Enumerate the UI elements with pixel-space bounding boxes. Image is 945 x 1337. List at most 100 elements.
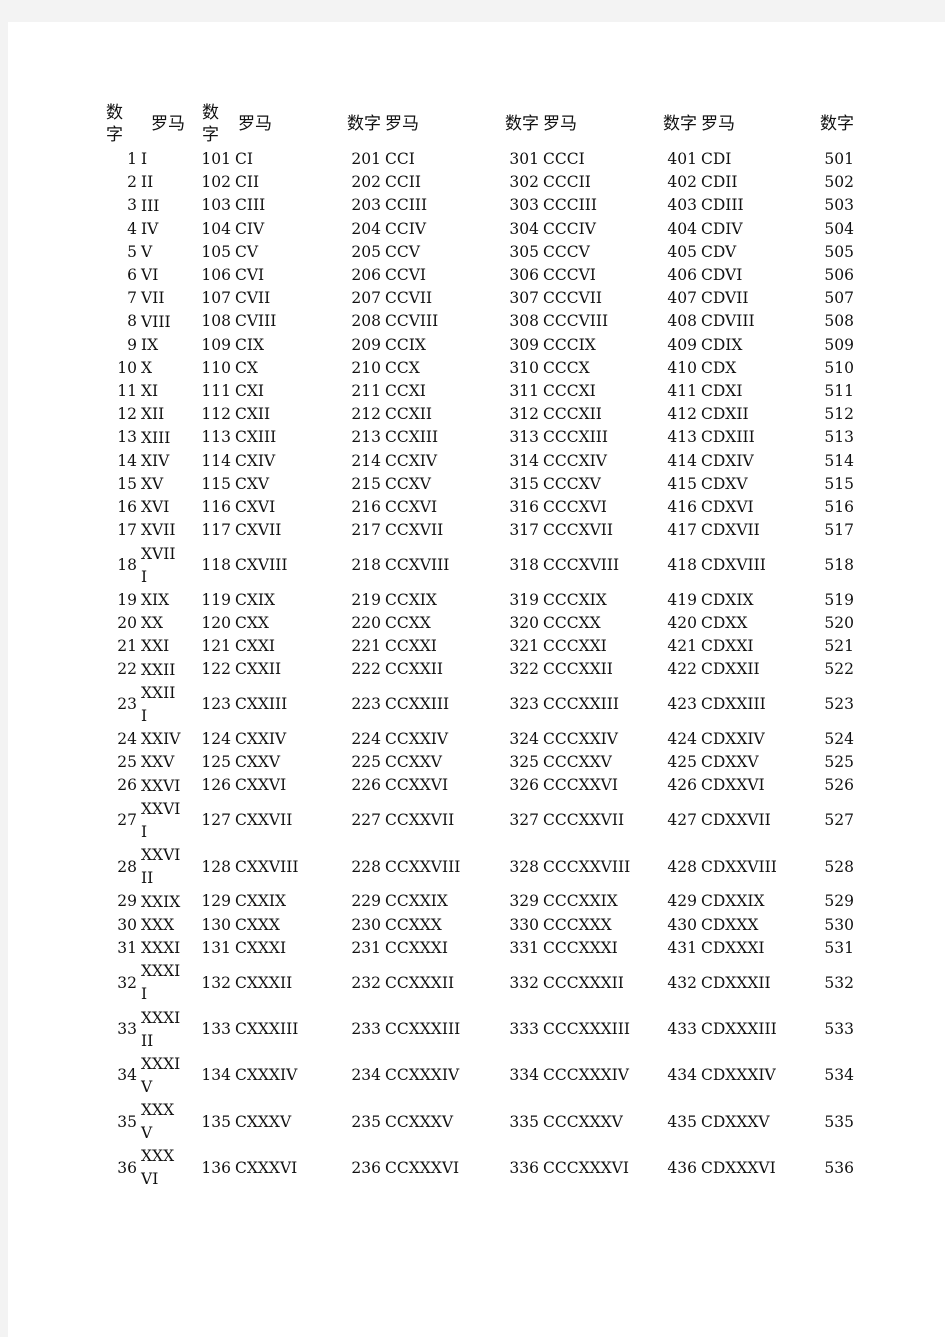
number-cell: 22 [117, 660, 137, 679]
number-cell: 233 [351, 1020, 381, 1039]
roman-cell: CDXI [701, 382, 743, 401]
roman-value: VII [141, 289, 165, 308]
number-cell: 225 [351, 753, 381, 772]
number-cell: 203 [351, 196, 381, 215]
roman-cell: IX [141, 334, 198, 357]
table-row: 26 XXVI 126 CXXVI 226 CCXXVI 326 CCCXXVI 426 CDXX… [98, 774, 858, 797]
number-cell: 406 [667, 266, 697, 285]
number-cell: 130 [201, 915, 231, 934]
number-cell: 204 [351, 219, 381, 238]
number-cell: 405 [667, 242, 697, 261]
number-cell: 127 [201, 811, 231, 830]
number-cell: 36 [117, 1158, 137, 1177]
roman-cell: CCCXXX [543, 915, 612, 934]
number-cell: 214 [351, 451, 381, 470]
number-cell: 126 [201, 776, 231, 795]
table-row: 1 I 101 CI 201 CCI 301 CCCI 401 CDI 501 [98, 148, 858, 171]
table-row: 22 XXII 122 CXXII 222 CCXXII 322 CCCXXII 422 CDXX… [98, 658, 858, 681]
roman-cell: XXXVI [141, 1145, 198, 1191]
roman-cell: CCXXI [385, 637, 437, 656]
number-cell: 420 [667, 614, 697, 633]
number-cell: 407 [667, 289, 697, 308]
number-cell: 304 [509, 219, 539, 238]
number-cell: 320 [509, 614, 539, 633]
roman-cell: CDXXI [701, 637, 754, 656]
number-cell: 27 [117, 811, 137, 830]
roman-value: XX [141, 614, 164, 633]
roman-cell: XXII [141, 658, 198, 681]
roman-value: XXII [141, 660, 176, 679]
roman-cell: CVII [235, 289, 271, 308]
roman-cell: CIV [235, 219, 265, 238]
number-cell: 506 [824, 266, 854, 285]
roman-cell: CDXVI [701, 498, 754, 517]
roman-cell: CCCXXI [543, 637, 607, 656]
roman-cell: XXXIV [141, 1053, 198, 1099]
table-row: 28 XXVIII 128 CXXVIII 228 CCXXVIII 328 CCCXXVII… [98, 844, 858, 890]
roman-cell: CDXVIII [701, 556, 766, 575]
roman-cell: CCCIX [543, 335, 596, 354]
roman-value: XXIII [141, 683, 176, 725]
number-cell: 423 [667, 695, 697, 714]
number-cell: 325 [509, 753, 539, 772]
number-cell: 536 [824, 1158, 854, 1177]
number-cell: 34 [117, 1066, 137, 1085]
roman-cell: CCIV [385, 219, 427, 238]
roman-cell: CCXIX [385, 590, 437, 609]
number-cell: 515 [824, 474, 854, 493]
table-row: 36 XXXVI 136 CXXXVI 236 CCXXXVI 336 CCCXXXVI 436… [98, 1145, 858, 1191]
number-cell: 528 [824, 857, 854, 876]
roman-cell: XXIX [141, 890, 198, 913]
number-cell: 436 [667, 1158, 697, 1177]
number-cell: 106 [201, 266, 231, 285]
table-row: 6 VI 106 CVI 206 CCVI 306 CCCVI 406 CDVI 506 [98, 264, 858, 287]
roman-cell: XX [141, 612, 198, 635]
number-cell: 410 [667, 358, 697, 377]
roman-cell: CCCXIX [543, 590, 607, 609]
number-cell: 329 [509, 892, 539, 911]
number-cell: 324 [509, 730, 539, 749]
number-cell: 119 [201, 590, 231, 609]
number-cell: 30 [117, 915, 137, 934]
roman-cell: CCCX [543, 358, 590, 377]
number-cell: 520 [824, 614, 854, 633]
number-cell: 227 [351, 811, 381, 830]
roman-cell: CCCVII [543, 289, 603, 308]
number-cell: 17 [117, 521, 137, 540]
number-cell: 327 [509, 811, 539, 830]
roman-cell: XXVII [141, 798, 198, 844]
number-cell: 518 [824, 556, 854, 575]
roman-value: XIX [141, 590, 170, 609]
roman-cell: CCCXII [543, 405, 602, 424]
number-cell: 418 [667, 556, 697, 575]
roman-value: XVIII [141, 544, 176, 586]
number-cell: 33 [117, 1020, 137, 1039]
number-cell: 323 [509, 695, 539, 714]
header-number-4: 数字 [505, 114, 539, 134]
number-cell: 208 [351, 312, 381, 331]
table-row: 2 II 102 CII 202 CCII 302 CCCII 402 CDII 502 [98, 171, 858, 194]
roman-cell: CCXXXI [385, 938, 448, 957]
number-cell: 504 [824, 219, 854, 238]
number-cell: 206 [351, 266, 381, 285]
number-cell: 408 [667, 312, 697, 331]
roman-cell: CXXI [235, 637, 276, 656]
number-cell: 122 [201, 660, 231, 679]
number-cell: 108 [201, 312, 231, 331]
roman-cell: CCCXXXIV [543, 1066, 629, 1085]
roman-value: XI [141, 382, 159, 401]
roman-cell: XXXI [141, 937, 198, 960]
roman-cell: CVI [235, 266, 265, 285]
roman-cell: CXXXV [235, 1112, 292, 1131]
number-cell: 503 [824, 196, 854, 215]
roman-cell: CDXIII [701, 428, 755, 447]
header-roman-1: 罗马 [151, 114, 185, 134]
roman-cell: CI [235, 150, 253, 168]
roman-cell: CCX [385, 358, 420, 377]
number-cell: 111 [201, 382, 231, 401]
roman-cell: VIII [141, 310, 198, 333]
roman-cell: CDXXXV [701, 1112, 770, 1131]
number-cell: 13 [117, 428, 137, 447]
number-cell: 21 [117, 637, 137, 656]
number-cell: 312 [509, 405, 539, 424]
